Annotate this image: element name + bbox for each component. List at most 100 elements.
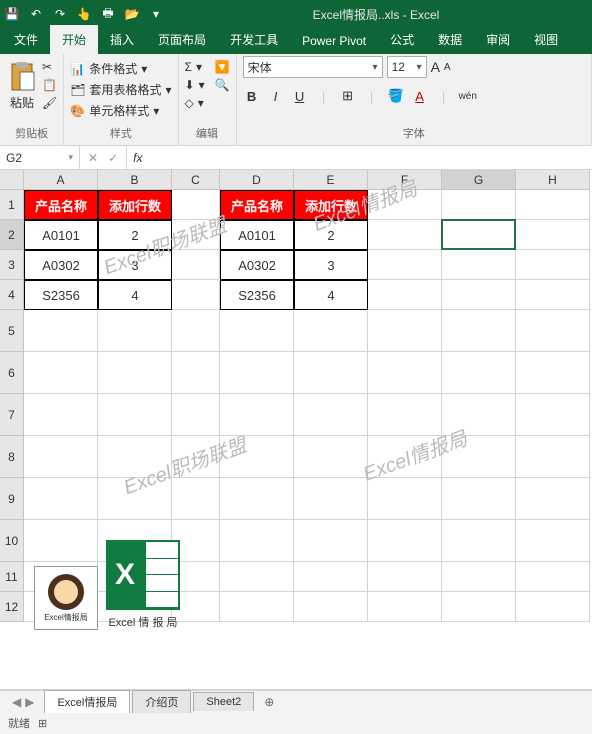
save-icon[interactable]: 💾	[4, 6, 20, 22]
conditional-formatting-button[interactable]: 📊 条件格式 ▾	[70, 60, 171, 77]
tab-developer[interactable]: 开发工具	[218, 25, 290, 54]
cell-E12[interactable]	[294, 592, 368, 622]
cell-F7[interactable]	[368, 394, 442, 436]
cell-G3[interactable]	[442, 250, 516, 280]
cell-F11[interactable]	[368, 562, 442, 592]
cell-A5[interactable]	[24, 310, 98, 352]
formula-input[interactable]	[148, 146, 592, 169]
cell-E11[interactable]	[294, 562, 368, 592]
row-header-9[interactable]: 9	[0, 478, 24, 520]
cell-H8[interactable]	[516, 436, 590, 478]
col-header-F[interactable]: F	[368, 170, 442, 190]
underline-button[interactable]: U	[291, 89, 309, 104]
sheet-tab[interactable]: Sheet2	[193, 692, 254, 711]
cell-H12[interactable]	[516, 592, 590, 622]
cell-H9[interactable]	[516, 478, 590, 520]
add-sheet-button[interactable]: ⊕	[256, 692, 282, 712]
cell-G11[interactable]	[442, 562, 516, 592]
col-header-G[interactable]: G	[442, 170, 516, 190]
cell-C1[interactable]	[172, 190, 220, 220]
cell-A9[interactable]	[24, 478, 98, 520]
cell-B1[interactable]: 添加行数	[98, 190, 172, 220]
cell-A7[interactable]	[24, 394, 98, 436]
phonetic-button[interactable]: wén	[459, 91, 477, 102]
format-painter-icon[interactable]: 🖌	[42, 96, 57, 110]
row-header-11[interactable]: 11	[0, 562, 24, 592]
cell-G9[interactable]	[442, 478, 516, 520]
cell-C7[interactable]	[172, 394, 220, 436]
cell-G8[interactable]	[442, 436, 516, 478]
sheet-tab-active[interactable]: Excel情报局	[44, 690, 130, 713]
cell-E7[interactable]	[294, 394, 368, 436]
cell-B8[interactable]	[98, 436, 172, 478]
redo-icon[interactable]: ↷	[52, 6, 68, 22]
name-box[interactable]: G2▾	[0, 146, 80, 169]
copy-icon[interactable]: 📋	[42, 78, 57, 92]
font-color-button[interactable]: A	[411, 89, 429, 104]
cell-C4[interactable]	[172, 280, 220, 310]
cell-B6[interactable]	[98, 352, 172, 394]
row-header-8[interactable]: 8	[0, 436, 24, 478]
cell-D4[interactable]: S2356	[220, 280, 294, 310]
cell-A4[interactable]: S2356	[24, 280, 98, 310]
italic-button[interactable]: I	[267, 89, 285, 104]
border-button[interactable]: ⊞	[339, 88, 357, 104]
cell-E4[interactable]: 4	[294, 280, 368, 310]
cell-E10[interactable]	[294, 520, 368, 562]
cell-A8[interactable]	[24, 436, 98, 478]
cell-D3[interactable]: A0302	[220, 250, 294, 280]
tab-formulas[interactable]: 公式	[378, 25, 426, 54]
cell-H5[interactable]	[516, 310, 590, 352]
sheet-tab[interactable]: 介绍页	[132, 690, 191, 713]
print-icon[interactable]: 🖶	[100, 6, 116, 22]
sheet-nav-prev-icon[interactable]: ◀	[12, 695, 21, 709]
cell-B5[interactable]	[98, 310, 172, 352]
row-header-2[interactable]: 2	[0, 220, 24, 250]
cell-G2[interactable]	[442, 220, 516, 250]
cell-H3[interactable]	[516, 250, 590, 280]
cell-G6[interactable]	[442, 352, 516, 394]
cell-B9[interactable]	[98, 478, 172, 520]
font-size-select[interactable]: 12	[387, 56, 427, 78]
cell-F4[interactable]	[368, 280, 442, 310]
col-header-A[interactable]: A	[24, 170, 98, 190]
row-header-7[interactable]: 7	[0, 394, 24, 436]
cell-G1[interactable]	[442, 190, 516, 220]
cell-F10[interactable]	[368, 520, 442, 562]
cell-H1[interactable]	[516, 190, 590, 220]
fill-color-button[interactable]: 🪣	[387, 88, 405, 104]
cell-F6[interactable]	[368, 352, 442, 394]
row-header-1[interactable]: 1	[0, 190, 24, 220]
sort-icon[interactable]: 🔽	[215, 60, 230, 74]
sheet-nav-next-icon[interactable]: ▶	[25, 695, 34, 709]
cell-D6[interactable]	[220, 352, 294, 394]
cell-F3[interactable]	[368, 250, 442, 280]
cell-E1[interactable]: 添加行数	[294, 190, 368, 220]
cell-E2[interactable]: 2	[294, 220, 368, 250]
cell-E5[interactable]	[294, 310, 368, 352]
bold-button[interactable]: B	[243, 89, 261, 104]
cell-B3[interactable]: 3	[98, 250, 172, 280]
cell-G5[interactable]	[442, 310, 516, 352]
cell-F5[interactable]	[368, 310, 442, 352]
cell-D2[interactable]: A0101	[220, 220, 294, 250]
tab-power-pivot[interactable]: Power Pivot	[290, 28, 378, 54]
cell-A6[interactable]	[24, 352, 98, 394]
row-header-3[interactable]: 3	[0, 250, 24, 280]
cell-F2[interactable]	[368, 220, 442, 250]
cell-C2[interactable]	[172, 220, 220, 250]
cell-H10[interactable]	[516, 520, 590, 562]
cell-D12[interactable]	[220, 592, 294, 622]
format-as-table-button[interactable]: 🗂 套用表格格式 ▾	[70, 81, 171, 98]
fx-icon[interactable]: fx	[127, 146, 148, 169]
cell-C5[interactable]	[172, 310, 220, 352]
row-header-12[interactable]: 12	[0, 592, 24, 622]
cell-A2[interactable]: A0101	[24, 220, 98, 250]
cell-D7[interactable]	[220, 394, 294, 436]
increase-font-icon[interactable]: A	[431, 59, 440, 75]
cell-C8[interactable]	[172, 436, 220, 478]
cell-E8[interactable]	[294, 436, 368, 478]
row-header-4[interactable]: 4	[0, 280, 24, 310]
cell-G10[interactable]	[442, 520, 516, 562]
cell-H6[interactable]	[516, 352, 590, 394]
